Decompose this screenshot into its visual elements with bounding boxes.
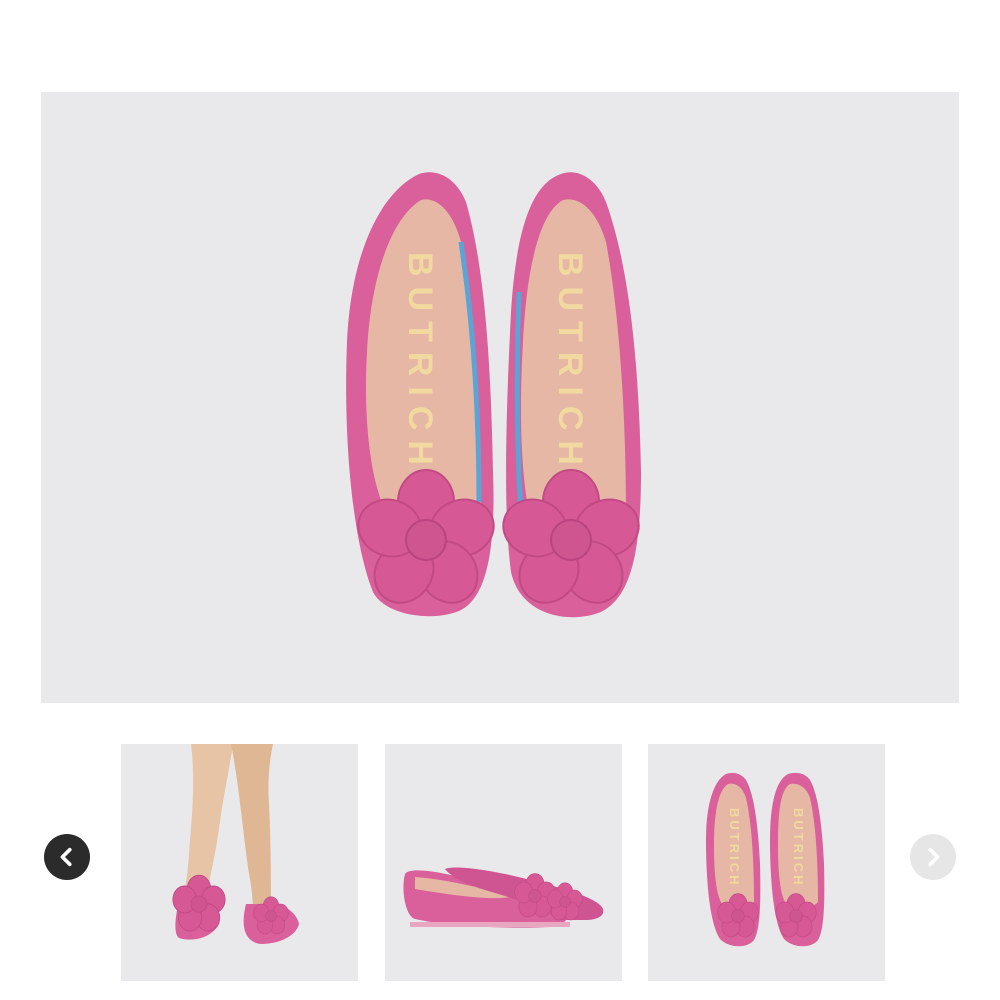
brand-text-thumb-right: BUTRICH	[791, 808, 806, 888]
chevron-right-icon	[928, 847, 940, 867]
thumbnail-top-view[interactable]: BUTRICH BUTRICH	[648, 744, 885, 981]
brand-text-thumb-left: BUTRICH	[727, 808, 742, 888]
left-shoe: BUTRICH	[346, 172, 503, 617]
brand-text-left: BUTRICH	[401, 252, 439, 475]
main-product-image[interactable]: BUTRICH BUTRICH	[41, 92, 959, 703]
thumbnail-worn-view[interactable]	[121, 744, 358, 981]
right-shoe: BUTRICH	[494, 172, 648, 618]
next-thumbnail-button[interactable]	[910, 834, 956, 880]
brand-text-right: BUTRICH	[551, 252, 589, 475]
shoe-pair-top-view: BUTRICH BUTRICH	[346, 172, 648, 618]
thumbnail-side-view[interactable]	[385, 744, 622, 981]
chevron-left-icon	[60, 847, 72, 867]
previous-thumbnail-button[interactable]	[44, 834, 90, 880]
